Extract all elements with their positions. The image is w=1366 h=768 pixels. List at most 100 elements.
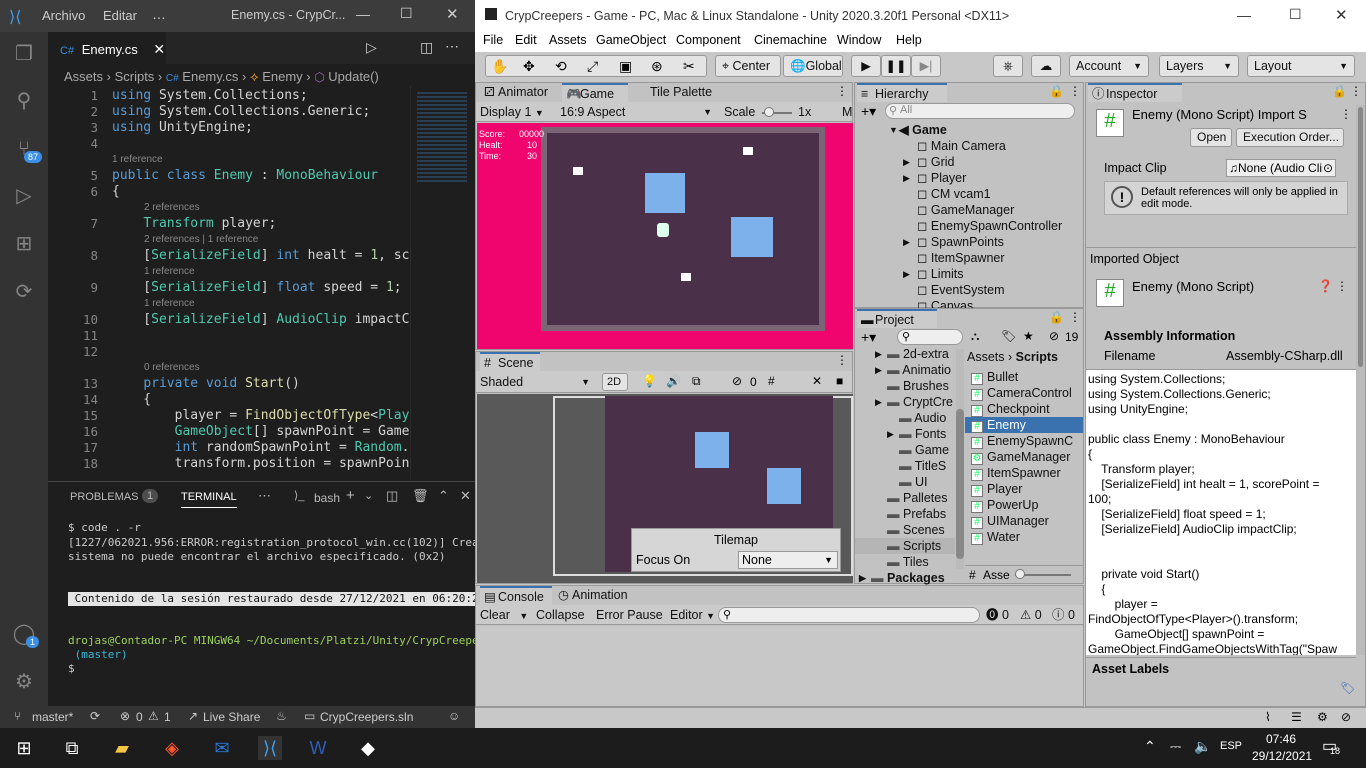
tab-tile-palette[interactable]: Tile Palette [632, 83, 722, 102]
2d-toggle[interactable]: 2D [602, 373, 628, 391]
menu-gameobject[interactable]: GameObject [596, 33, 666, 47]
vscode-taskbar-icon[interactable]: ⟩⟨ [258, 736, 282, 760]
flame-icon[interactable]: ♨ [276, 709, 287, 723]
tilemap-overlay[interactable]: Tilemap Focus On None ▼ [631, 528, 841, 572]
panel-more-icon[interactable]: ⋯ [258, 488, 271, 504]
script-asset[interactable]: # Enemy [965, 417, 1083, 433]
effects-icon[interactable]: ⧉ [692, 374, 701, 389]
unity-taskbar-icon[interactable]: ◆ [356, 736, 380, 760]
expand-icon[interactable]: ▶ [903, 170, 910, 186]
breadcrumb-class[interactable]: Enemy [262, 69, 302, 84]
codelens-reference[interactable]: 1 reference [144, 296, 195, 312]
menu-cinemachine[interactable]: Cinemachine [754, 33, 827, 47]
error-count[interactable]: 0 [136, 710, 143, 724]
start-windows-icon[interactable]: ⊞ [12, 736, 36, 760]
close-button[interactable]: ✕ [446, 5, 459, 23]
more-actions-icon[interactable]: ⋯ [445, 38, 459, 55]
hidden-packages-icon[interactable]: ⊘ [1049, 329, 1059, 343]
close-button[interactable]: ✕ [1335, 6, 1348, 24]
search-by-type-icon[interactable]: ⛬ [971, 329, 979, 344]
hand-tool-icon[interactable]: ✋ [491, 58, 508, 75]
tab-inspector[interactable]: ⓘ Inspector [1088, 83, 1182, 102]
project-folder[interactable]: ▬ Prefabs [855, 506, 955, 522]
hierarchy-item[interactable]: ▶ ◻ SpawnPoints [855, 234, 1073, 250]
split-editor-icon[interactable]: ◫ [420, 39, 433, 56]
clock-date[interactable]: 29/12/2021 [1252, 749, 1312, 763]
hierarchy-item[interactable]: ▶ ◻ Grid [855, 154, 1073, 170]
script-asset[interactable]: # UIManager [965, 513, 1083, 529]
impact-clip-field[interactable]: ♫None (Audio Cli ⊙ [1226, 159, 1336, 177]
game-viewport[interactable]: Score: 00000 Healt: 10 Time: 30 [477, 123, 853, 349]
breadcrumb-file[interactable]: Enemy.cs [182, 69, 238, 84]
project-folder[interactable]: ▬ Scenes [855, 522, 955, 538]
expand-icon[interactable]: ▶ [903, 234, 910, 250]
project-folder[interactable]: ▬ Audio [855, 410, 955, 426]
transform-tool-icon[interactable]: ⊛ [651, 58, 663, 75]
audio-icon[interactable]: 🔊 [666, 374, 681, 388]
collab-button[interactable]: ⎈ [993, 55, 1023, 77]
focus-on-dropdown[interactable]: None ▼ [738, 551, 838, 569]
lock-icon[interactable]: 🔒 [1049, 310, 1064, 324]
breadcrumb-assets[interactable]: Assets [967, 350, 1005, 364]
feedback-icon[interactable]: ☺ [448, 709, 460, 723]
account-dropdown[interactable]: Account ▼ [1069, 55, 1149, 77]
progress-icon[interactable]: ⊘ [1341, 710, 1351, 724]
sync-icon[interactable]: ⟳ [90, 709, 100, 723]
create-button[interactable]: +▾ [861, 103, 876, 120]
lock-icon[interactable]: 🔒 [1049, 84, 1064, 98]
project-folder[interactable]: ▬ Scripts [855, 538, 955, 554]
project-folder[interactable]: ▬ Brushes [855, 378, 955, 394]
menu-help[interactable]: Help [896, 33, 922, 47]
maximize-on-play-label[interactable]: M [842, 104, 852, 120]
tools-icon[interactable]: ✕ [812, 374, 822, 388]
tab-hierarchy[interactable]: ≡ Hierarchy [857, 83, 947, 102]
aspect-dropdown[interactable]: 16:9 Aspect ▼ [560, 104, 716, 120]
code-editor[interactable]: using System.Collections; using System.Co… [112, 86, 410, 480]
project-folder[interactable]: ▶ ▬ Packages [855, 570, 955, 586]
tab-close-icon[interactable]: ✕ [153, 41, 165, 57]
terminal-dropdown-icon[interactable]: ⌄ [364, 489, 373, 502]
script-asset[interactable]: # CameraControl [965, 385, 1083, 401]
lighting-icon[interactable]: 💡 [642, 374, 657, 388]
codelens-reference[interactable]: 1 reference [112, 152, 163, 168]
remote-icon[interactable]: ⑂ [14, 709, 21, 723]
menu-window[interactable]: Window [837, 33, 881, 47]
expand-icon[interactable]: ▶ [903, 154, 910, 170]
pivot-global-button[interactable]: 🌐Global [783, 55, 843, 77]
expand-icon[interactable]: ▶ [875, 394, 882, 410]
clear-button[interactable]: Clear ▼ [480, 607, 528, 623]
hierarchy-item[interactable]: ◻ EnemySpawnController [855, 218, 1073, 234]
project-folder[interactable]: ▬ TitleS [855, 458, 955, 474]
hierarchy-item[interactable]: ◻ CM vcam1 [855, 186, 1073, 202]
project-folder[interactable]: ▶ ▬ 2d-extra [855, 346, 955, 362]
scale-slider-thumb[interactable] [764, 107, 774, 117]
shading-dropdown[interactable]: Shaded ▼ [480, 374, 594, 390]
debug-icon[interactable]: ⚙ [1317, 710, 1328, 724]
layout-dropdown[interactable]: Layout ▼ [1247, 55, 1355, 77]
breadcrumb-assets[interactable]: Assets [64, 69, 103, 84]
object-picker-icon[interactable]: ⊙ [1323, 160, 1333, 176]
console-log-area[interactable] [476, 626, 1083, 706]
kill-terminal-icon[interactable]: 🗑 [412, 488, 429, 504]
tab-project[interactable]: ▬ Project [857, 309, 937, 328]
breadcrumb-scripts[interactable]: Scripts [115, 69, 155, 84]
run-icon[interactable]: ▷ [366, 39, 377, 56]
terminal-output[interactable]: $ code . -r [1227/062021.956:ERROR:regis… [48, 511, 475, 706]
panel-menu-icon[interactable]: ⋮ [836, 84, 848, 98]
panel-menu-icon[interactable]: ⋮ [1350, 84, 1362, 98]
scene-root[interactable]: ▼ ◀ Game [855, 122, 1073, 138]
hierarchy-item[interactable]: ◻ EventSystem [855, 282, 1073, 298]
rect-tool-icon[interactable]: ▣ [619, 58, 632, 75]
brave-browser-icon[interactable]: ◈ [160, 736, 184, 760]
project-folder[interactable]: ▶ ▬ Animatio [855, 362, 955, 378]
codelens-reference[interactable]: 1 reference [144, 264, 195, 280]
warning-filter[interactable]: ⚠ 0 [1020, 607, 1042, 623]
tree-scrollbar[interactable] [956, 349, 964, 569]
lock-icon[interactable]: 🔒 [1332, 84, 1347, 98]
terminal-shell-name[interactable]: bash [314, 491, 340, 505]
create-button[interactable]: +▾ [861, 329, 876, 346]
collapse-toggle[interactable]: Collapse [536, 607, 585, 623]
network-icon[interactable]: ⎓ [1170, 738, 1181, 755]
hierarchy-item[interactable]: ◻ Main Camera [855, 138, 1073, 154]
breadcrumb-method[interactable]: Update() [328, 69, 379, 84]
